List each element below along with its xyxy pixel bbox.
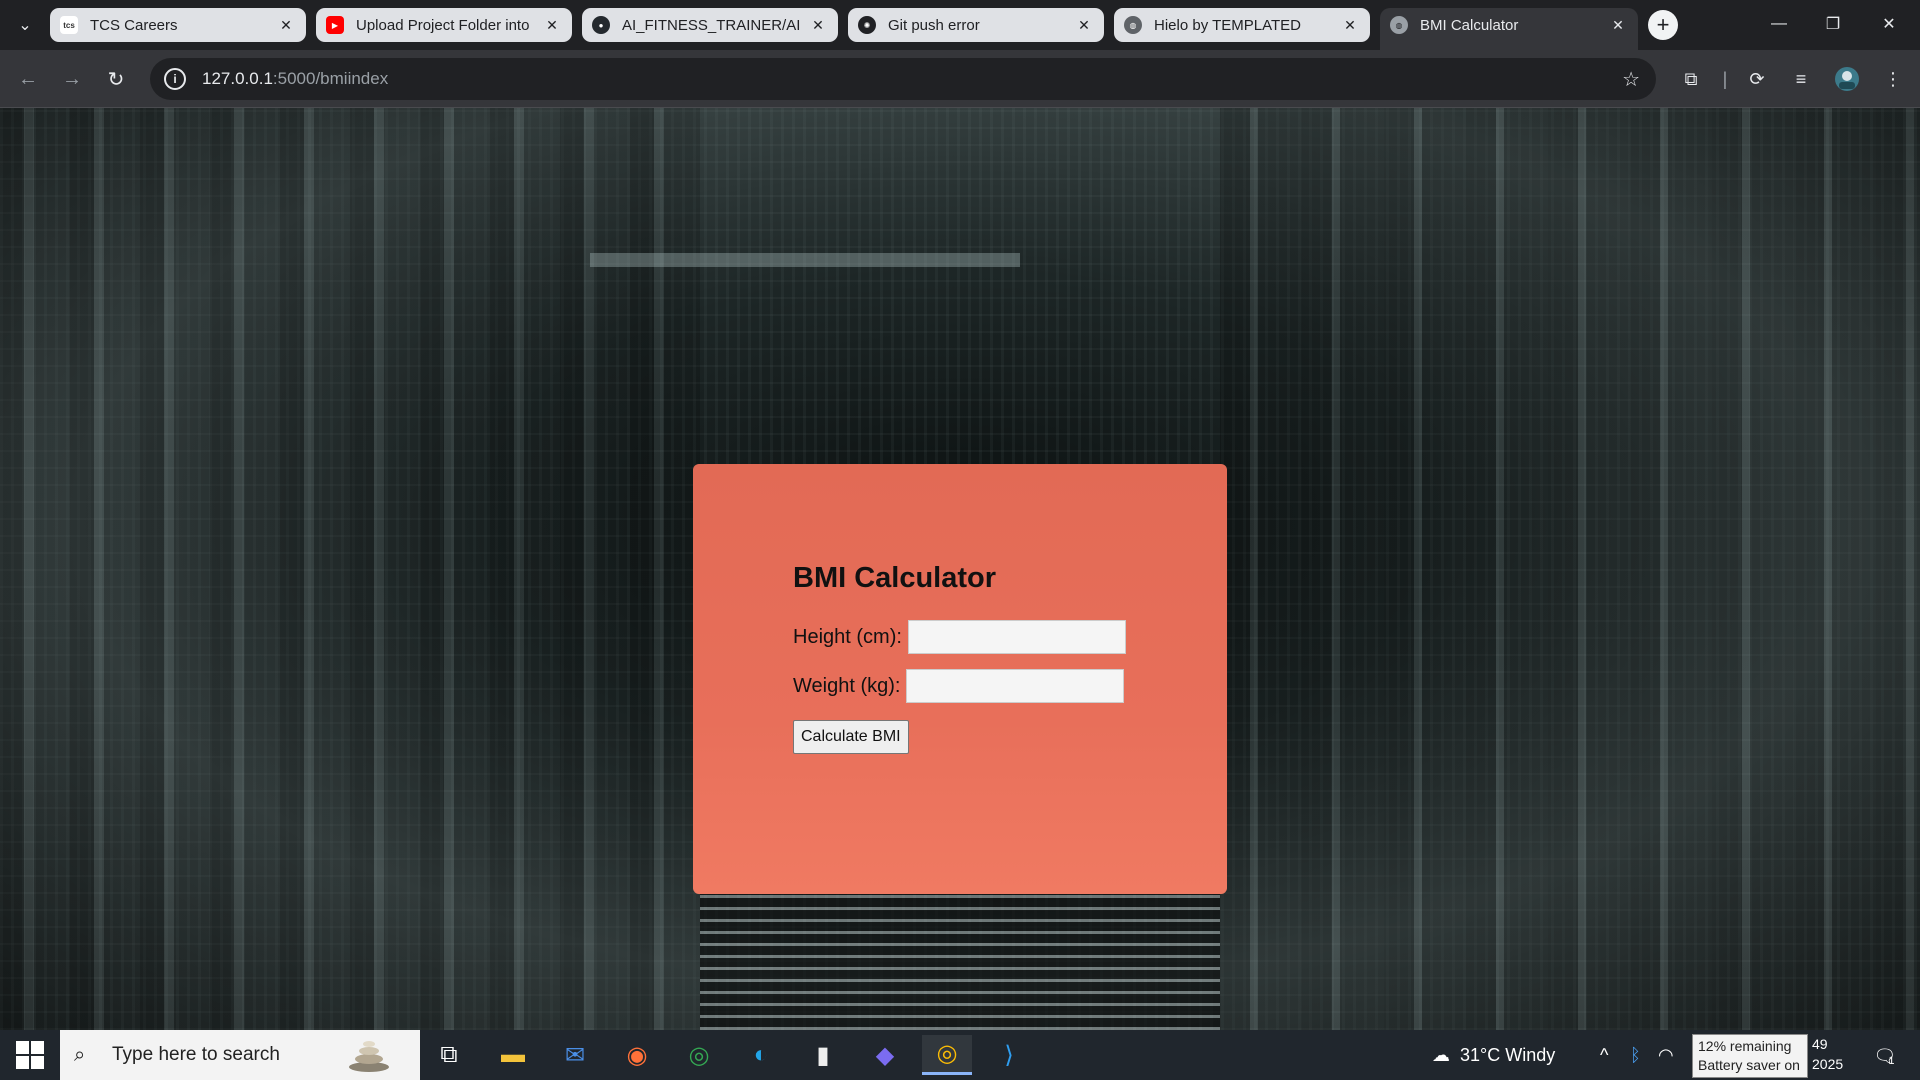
close-tab-icon[interactable]: ✕: [276, 15, 296, 35]
tab-strip: ⌄ tcs TCS Careers ✕ ▶ Upload Project Fol…: [0, 0, 1920, 50]
minimize-icon[interactable]: —: [1756, 0, 1802, 48]
vscode-icon[interactable]: ⟩: [984, 1035, 1034, 1075]
tab-bmi-calculator[interactable]: ◍ BMI Calculator ✕: [1380, 8, 1638, 50]
menu-kebab-icon[interactable]: ⋮: [1878, 64, 1908, 94]
page-title: BMI Calculator: [793, 562, 997, 594]
toolbar-divider: |: [1722, 68, 1728, 89]
cortana-app-icon[interactable]: ◆: [860, 1035, 910, 1075]
windows-start-icon[interactable]: [10, 1040, 50, 1070]
weather-text: 31°C Windy: [1460, 1044, 1556, 1065]
tab-title: Upload Project Folder into: [356, 16, 530, 34]
taskbar-clock[interactable]: 49 2025: [1812, 1034, 1843, 1074]
notification-center-icon[interactable]: 🗨 1: [1866, 1040, 1902, 1072]
page-viewport: BMI Calculator Height (cm): Weight (kg):…: [0, 108, 1920, 1030]
tab-search-chevron-icon[interactable]: ⌄: [10, 10, 40, 40]
chrome-icon[interactable]: ◎: [674, 1035, 724, 1075]
globe-icon: ◍: [1390, 16, 1408, 34]
search-placeholder: Type here to search: [112, 1044, 280, 1065]
notepad-file-icon[interactable]: ▮: [798, 1035, 848, 1075]
address-bar[interactable]: i 127.0.0.1:5000/bmiindex ☆: [150, 58, 1656, 100]
forward-arrow-icon[interactable]: →: [56, 63, 88, 95]
youtube-icon: ▶: [326, 16, 344, 34]
notification-count: 1: [1888, 1055, 1895, 1067]
tab-title: TCS Careers: [90, 16, 178, 34]
github-icon: ●: [592, 16, 610, 34]
battery-tooltip: 12% remaining Battery saver on: [1692, 1034, 1808, 1078]
mail-icon[interactable]: ✉: [550, 1035, 600, 1075]
edge-icon[interactable]: ◐: [736, 1035, 786, 1075]
chrome-active-icon[interactable]: ◎: [922, 1035, 972, 1075]
tcs-icon: tcs: [60, 16, 78, 34]
back-arrow-icon[interactable]: ←: [12, 63, 44, 95]
performance-icon[interactable]: ⟳: [1742, 64, 1772, 94]
new-tab-button[interactable]: +: [1648, 10, 1678, 40]
battery-remaining-text: 12% remaining: [1698, 1038, 1792, 1054]
weather-alert-icon: ☁: [1432, 1044, 1450, 1065]
weight-label: Weight (kg):: [793, 674, 901, 697]
wifi-icon[interactable]: ◠: [1658, 1030, 1674, 1080]
bmi-form-card: BMI Calculator Height (cm): Weight (kg):…: [693, 464, 1227, 894]
tray-overflow-icon[interactable]: ^: [1600, 1030, 1608, 1080]
weather-widget[interactable]: ☁ 31°C Windy: [1432, 1030, 1555, 1080]
url-path: :5000/bmiindex: [272, 69, 389, 88]
url-host: 127.0.0.1: [202, 69, 273, 88]
battery-saver-text: Battery saver on: [1698, 1057, 1800, 1073]
height-label: Height (cm):: [793, 625, 902, 648]
browser-toolbar: ← → ↻ i 127.0.0.1:5000/bmiindex ☆ ⧉ | ⟳ …: [0, 50, 1920, 108]
height-input[interactable]: [907, 620, 1126, 654]
reload-icon[interactable]: ↻: [100, 63, 132, 95]
height-row: Height (cm):: [793, 620, 1126, 654]
firefox-icon[interactable]: ◉: [612, 1035, 662, 1075]
close-window-icon[interactable]: ✕: [1866, 0, 1912, 48]
tab-title: AI_FITNESS_TRAINER/AI_FI: [622, 16, 800, 34]
weight-row: Weight (kg):: [793, 669, 1125, 703]
tab-tcs-careers[interactable]: tcs TCS Careers ✕: [50, 8, 306, 42]
weight-input[interactable]: [906, 669, 1125, 703]
background-city-right: [1220, 108, 1920, 1030]
globe-icon: ◍: [1124, 16, 1142, 34]
clock-date: 2025: [1812, 1056, 1844, 1072]
windows-taskbar: ⌕ Type here to search ⧉ ▬ ✉ ◉ ◎ ◐ ▮ ◆ ◎ …: [0, 1030, 1920, 1080]
search-icon: ⌕: [74, 1043, 86, 1066]
media-control-icon[interactable]: ≡: [1786, 64, 1816, 94]
openai-icon: ✺: [858, 16, 876, 34]
tab-title: Git push error: [888, 16, 980, 34]
background-city-left: [0, 108, 700, 1030]
tab-hielo-templated[interactable]: ◍ Hielo by TEMPLATED ✕: [1114, 8, 1370, 42]
background-light-beam: [590, 253, 1020, 267]
bookmark-star-icon[interactable]: ☆: [1622, 67, 1640, 92]
search-highlight-stones-icon: [349, 1041, 389, 1072]
calculate-bmi-button[interactable]: Calculate BMI: [793, 720, 909, 754]
restore-icon[interactable]: ❐: [1810, 0, 1856, 48]
close-tab-icon[interactable]: ✕: [542, 15, 562, 35]
file-explorer-icon[interactable]: ▬: [488, 1035, 538, 1075]
bluetooth-icon[interactable]: ᛒ: [1630, 1030, 1641, 1080]
close-tab-icon[interactable]: ✕: [1074, 15, 1094, 35]
tab-title: Hielo by TEMPLATED: [1154, 16, 1301, 34]
clock-time: 49: [1812, 1036, 1828, 1052]
task-view-icon[interactable]: ⧉: [424, 1035, 474, 1075]
extensions-icon[interactable]: ⧉: [1676, 64, 1706, 94]
taskbar-search-box[interactable]: ⌕ Type here to search: [60, 1030, 420, 1080]
site-info-icon[interactable]: i: [164, 68, 186, 90]
tab-git-push-error[interactable]: ✺ Git push error ✕: [848, 8, 1104, 42]
tab-title: BMI Calculator: [1420, 16, 1519, 34]
tab-youtube-upload[interactable]: ▶ Upload Project Folder into ✕: [316, 8, 572, 42]
close-tab-icon[interactable]: ✕: [1340, 15, 1360, 35]
close-tab-icon[interactable]: ✕: [808, 15, 828, 35]
tab-github-repo[interactable]: ● AI_FITNESS_TRAINER/AI_FI ✕: [582, 8, 838, 42]
close-tab-icon[interactable]: ✕: [1608, 15, 1628, 35]
profile-avatar[interactable]: [1832, 64, 1862, 94]
